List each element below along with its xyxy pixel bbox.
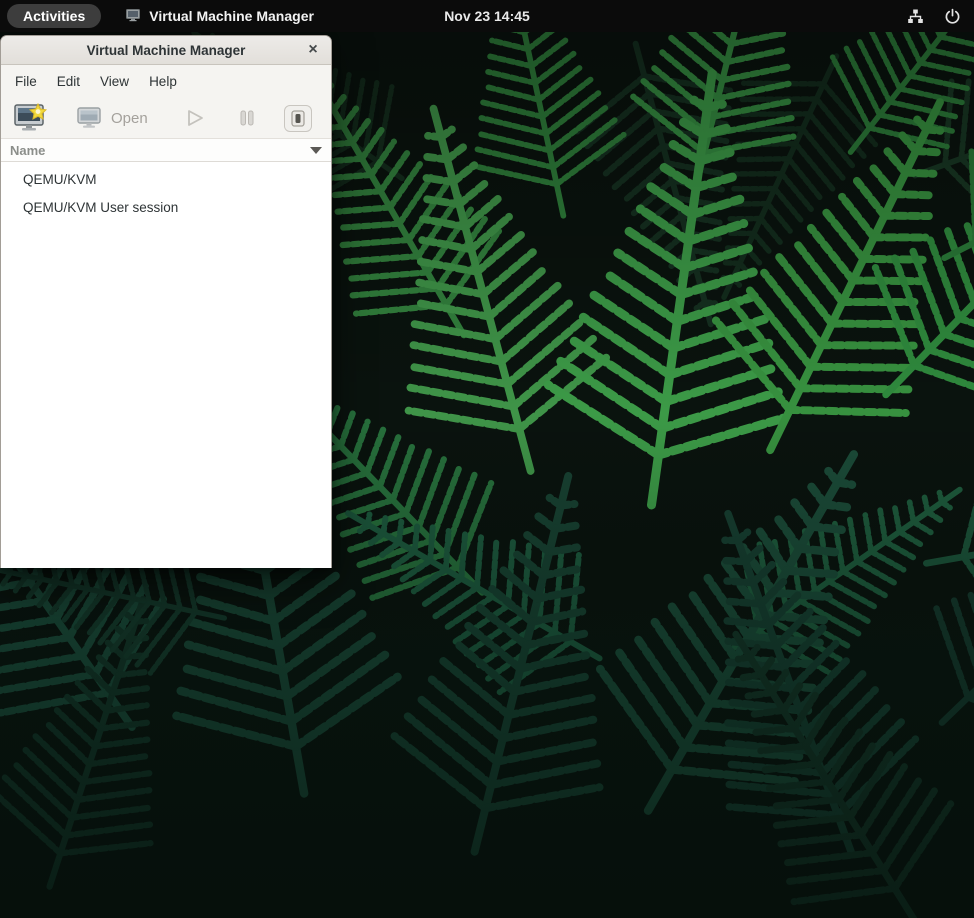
connection-list: QEMU/KVM QEMU/KVM User session bbox=[1, 162, 331, 568]
focused-app-menu[interactable]: Virtual Machine Manager bbox=[125, 7, 314, 26]
menu-help[interactable]: Help bbox=[139, 68, 187, 95]
window-title: Virtual Machine Manager bbox=[87, 43, 246, 58]
open-button[interactable]: Open bbox=[70, 102, 154, 134]
menubar: File Edit View Help bbox=[1, 65, 331, 98]
desktop: Activities Virtual Machine Manager Nov 2… bbox=[0, 0, 974, 918]
menu-edit[interactable]: Edit bbox=[47, 68, 90, 95]
play-icon bbox=[186, 109, 204, 127]
menu-file[interactable]: File bbox=[5, 68, 47, 95]
vmm-window: Virtual Machine Manager × File Edit View… bbox=[0, 35, 332, 568]
name-column-header[interactable]: Name bbox=[1, 139, 331, 162]
sort-caret-icon bbox=[310, 147, 322, 154]
open-monitor-icon bbox=[76, 106, 102, 130]
power-icon bbox=[944, 8, 961, 25]
run-button[interactable] bbox=[180, 105, 210, 131]
pause-icon bbox=[238, 109, 256, 127]
shutdown-icon bbox=[284, 105, 312, 132]
top-bar: Activities Virtual Machine Manager Nov 2… bbox=[0, 0, 974, 32]
shutdown-button[interactable] bbox=[278, 101, 318, 136]
focused-app-title: Virtual Machine Manager bbox=[149, 8, 314, 24]
connection-row-qemu-kvm[interactable]: QEMU/KVM bbox=[1, 165, 331, 193]
name-column-label: Name bbox=[10, 143, 45, 158]
open-button-label: Open bbox=[111, 110, 148, 127]
menu-view[interactable]: View bbox=[90, 68, 139, 95]
clock-menu[interactable]: Nov 23 14:45 bbox=[444, 0, 530, 32]
connection-label: QEMU/KVM bbox=[23, 172, 97, 187]
new-vm-monitor-star-icon bbox=[13, 103, 47, 133]
toolbar: Open bbox=[1, 98, 331, 139]
activities-button[interactable]: Activities bbox=[7, 4, 101, 28]
close-icon[interactable]: × bbox=[301, 38, 325, 62]
wired-network-icon bbox=[907, 8, 924, 25]
connection-row-qemu-kvm-user-session[interactable]: QEMU/KVM User session bbox=[1, 193, 331, 221]
system-status-area[interactable] bbox=[907, 8, 961, 25]
connection-label: QEMU/KVM User session bbox=[23, 200, 178, 215]
pause-button[interactable] bbox=[232, 105, 262, 131]
vmm-app-icon bbox=[125, 7, 141, 26]
window-titlebar[interactable]: Virtual Machine Manager × bbox=[1, 36, 331, 65]
new-vm-button[interactable] bbox=[7, 99, 53, 137]
